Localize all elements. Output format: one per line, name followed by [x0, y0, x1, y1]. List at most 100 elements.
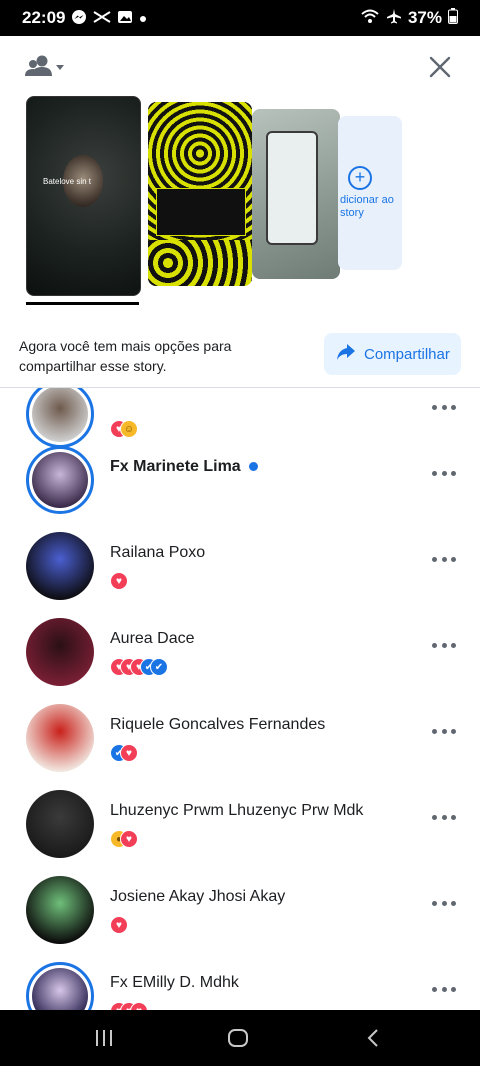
audience-button[interactable] — [24, 52, 68, 82]
more-dot-icon — [432, 556, 437, 562]
reactions: ✔ ♥ — [110, 744, 138, 762]
reactions: ♥ — [110, 572, 128, 590]
more-dot-icon — [441, 814, 447, 820]
story-card-3[interactable] — [252, 109, 340, 279]
viewer-row[interactable]: Lhuzenyc Prwm Lhuzenyc Prw Mdk ● ♥ — [0, 790, 480, 876]
story-card-2-panel — [156, 188, 246, 236]
more-dot-icon — [441, 470, 447, 476]
avatar[interactable] — [26, 618, 94, 686]
avatar[interactable] — [26, 704, 94, 772]
status-bar: 22:09 37% — [0, 0, 480, 36]
more-dot-icon — [451, 728, 456, 734]
home-icon[interactable] — [227, 1028, 249, 1053]
viewer-row[interactable]: Fx EMilly D. Mdhk ♥♥♥ — [0, 962, 480, 1010]
battery-percent: 37% — [407, 8, 442, 27]
avatar-photo — [32, 388, 88, 442]
share-button[interactable]: Compartilhar — [324, 333, 461, 375]
more-dot-icon — [432, 986, 437, 992]
capcut-icon — [93, 10, 112, 27]
add-to-story-label: dicionar ao story — [340, 194, 394, 219]
more-options-button[interactable] — [432, 640, 456, 650]
viewer-name[interactable]: Aurea Dace — [110, 630, 195, 648]
share-arrow-icon — [324, 343, 364, 365]
share-button-label: Compartilhar — [364, 345, 450, 363]
more-dot-icon — [432, 728, 437, 734]
selected-story-indicator — [26, 302, 139, 305]
avatar[interactable] — [26, 532, 94, 600]
status-time: 22:09 — [22, 8, 66, 27]
reactions: ♥ ♥ ♥ ✔ ✔ — [110, 658, 168, 676]
more-options-button[interactable] — [432, 468, 456, 478]
viewer-name-text: Riquele Goncalves Fernandes — [110, 716, 326, 733]
love-reaction-icon: ♥ — [120, 744, 138, 762]
more-dot-icon — [432, 814, 437, 820]
love-reaction-icon: ♥ — [110, 572, 128, 590]
avatar[interactable] — [26, 876, 94, 944]
dot-icon — [139, 10, 147, 26]
avatar-photo — [32, 452, 88, 508]
viewer-row[interactable]: Fx Marinete Lima — [0, 446, 480, 532]
viewer-name-text: Fx Marinete Lima — [110, 458, 241, 475]
more-dot-icon — [441, 404, 447, 410]
recents-icon[interactable] — [94, 1028, 114, 1053]
more-dot-icon — [432, 404, 437, 410]
more-dot-icon — [441, 728, 447, 734]
viewer-name-text: Josiene Akay Jhosi Akay — [110, 888, 286, 905]
viewer-row[interactable]: Josiene Akay Jhosi Akay ♥ — [0, 876, 480, 962]
avatar[interactable] — [26, 446, 94, 514]
close-button[interactable] — [428, 55, 452, 79]
viewer-row[interactable]: Riquele Goncalves Fernandes ✔ ♥ — [0, 704, 480, 790]
viewer-name[interactable]: Fx Marinete Lima — [110, 458, 258, 476]
airplane-icon — [386, 8, 402, 29]
story-overlay-text: Batelove sin t — [43, 177, 92, 186]
stories-carousel: Batelove sin t + dicionar ao story — [0, 94, 480, 314]
story-card-1[interactable]: Batelove sin t — [26, 96, 141, 296]
add-circle-icon: + — [348, 166, 372, 190]
share-message: Agora você tem mais opções para comparti… — [19, 338, 232, 374]
more-options-button[interactable] — [432, 984, 456, 994]
more-dot-icon — [432, 470, 437, 476]
avatar[interactable] — [26, 388, 94, 448]
avatar-photo — [32, 968, 88, 1010]
reactions: ♥♥♥ — [110, 1002, 148, 1010]
story-card-2-speakers — [148, 240, 252, 286]
more-dot-icon — [451, 814, 456, 820]
more-dot-icon — [451, 900, 456, 906]
close-icon — [428, 56, 452, 83]
add-to-story-card[interactable]: + dicionar ao story — [338, 116, 402, 270]
more-dot-icon — [432, 900, 437, 906]
reactions: ♥ ☺ — [110, 420, 138, 438]
more-dot-icon — [451, 556, 456, 562]
viewer-name[interactable]: Lhuzenyc Prwm Lhuzenyc Prw Mdk — [110, 802, 363, 820]
viewer-name-text: Fx EMilly D. Mdhk — [110, 974, 239, 991]
story-viewers-header — [0, 36, 480, 96]
love-reaction-icon: ♥ — [130, 1002, 148, 1010]
viewer-name[interactable]: Josiene Akay Jhosi Akay — [110, 888, 285, 906]
reactions: ● ♥ — [110, 830, 138, 848]
more-dot-icon — [451, 404, 456, 410]
avatar[interactable] — [26, 790, 94, 858]
wifi-icon — [360, 8, 380, 29]
gallery-icon — [117, 10, 133, 27]
viewers-list[interactable]: ♥ ☺ Fx Marinete Lima Railana Poxo ♥ Aurea Dac… — [0, 388, 480, 1010]
viewer-row[interactable]: Aurea Dace ♥ ♥ ♥ ✔ ✔ — [0, 618, 480, 704]
more-options-button[interactable] — [432, 898, 456, 908]
viewer-name[interactable]: Fx EMilly D. Mdhk — [110, 974, 239, 992]
more-dot-icon — [451, 470, 456, 476]
viewer-name-text: Lhuzenyc Prwm Lhuzenyc Prw Mdk — [110, 802, 364, 819]
viewer-name[interactable]: Railana Poxo — [110, 544, 205, 562]
more-options-button[interactable] — [432, 402, 456, 412]
system-nav-bar — [0, 1010, 480, 1066]
more-options-button[interactable] — [432, 554, 456, 564]
haha-reaction-icon: ☺ — [120, 420, 138, 438]
more-options-button[interactable] — [432, 812, 456, 822]
back-icon[interactable] — [366, 1028, 380, 1053]
avatar[interactable] — [26, 962, 94, 1010]
viewer-row[interactable]: Railana Poxo ♥ — [0, 532, 480, 618]
more-dot-icon — [441, 900, 447, 906]
reactions: ♥ — [110, 916, 128, 934]
more-options-button[interactable] — [432, 726, 456, 736]
viewer-name[interactable]: Riquele Goncalves Fernandes — [110, 716, 325, 734]
love-reaction-icon: ♥ — [120, 830, 138, 848]
story-card-2[interactable] — [148, 102, 252, 286]
